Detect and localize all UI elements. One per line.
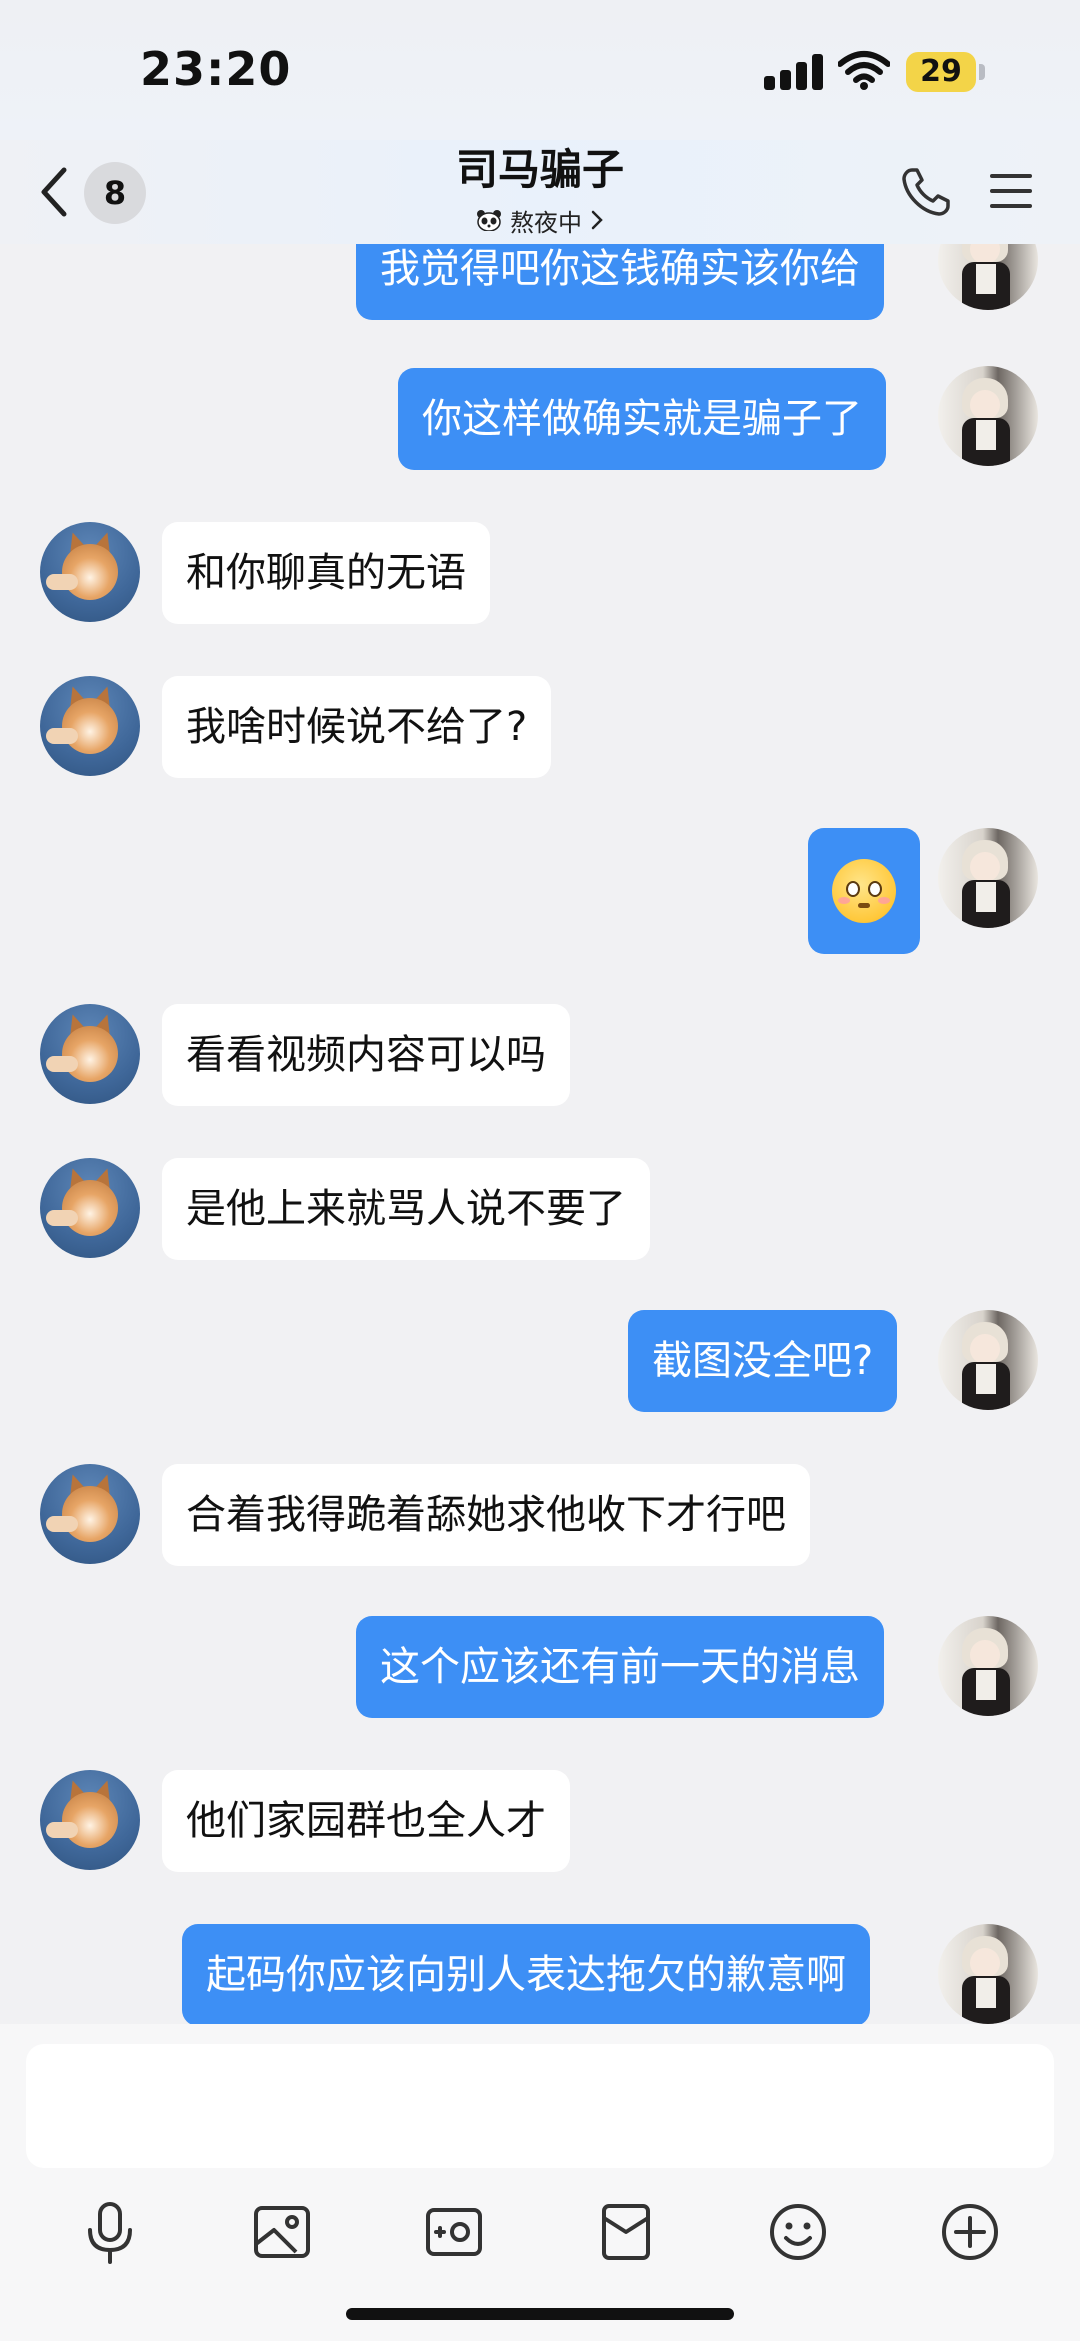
pleading-face-emoji (832, 859, 896, 923)
camera-icon[interactable] (418, 2196, 490, 2268)
chat-status[interactable]: 熬夜中 (440, 200, 640, 240)
message-bubble-outgoing[interactable]: 我觉得吧你这钱确实该你给 (356, 244, 884, 320)
status-time: 23:20 (140, 42, 292, 96)
chat-title[interactable]: 司马骗子 (340, 140, 740, 200)
message-list[interactable]: 我觉得吧你这钱确实该你给 你这样做确实就是骗子了 和你聊真的无语 我啥时候说不给… (0, 244, 1080, 2024)
signal-icon (764, 54, 824, 90)
avatar-contact[interactable] (40, 1158, 140, 1258)
plus-icon[interactable] (934, 2196, 1006, 2268)
avatar-self[interactable] (938, 244, 1038, 310)
status-bar: 23:20 29 (0, 0, 1080, 140)
message-bubble-outgoing[interactable]: 截图没全吧? (628, 1310, 898, 1412)
wifi-icon (838, 51, 890, 90)
message-bubble-incoming[interactable]: 是他上来就骂人说不要了 (162, 1158, 650, 1260)
message-bubble-outgoing[interactable]: 这个应该还有前一天的消息 (356, 1616, 884, 1718)
avatar-self[interactable] (938, 1310, 1038, 1410)
avatar-self[interactable] (938, 366, 1038, 466)
avatar-contact[interactable] (40, 1004, 140, 1104)
message-bubble-incoming[interactable]: 合着我得跪着舔她求他收下才行吧 (162, 1464, 810, 1566)
phone-call-icon[interactable] (896, 162, 956, 222)
message-bubble-emoji[interactable] (808, 828, 920, 954)
avatar-contact[interactable] (40, 1770, 140, 1870)
message-bubble-incoming[interactable]: 和你聊真的无语 (162, 522, 490, 624)
chat-header: 8 司马骗子 熬夜中 (0, 140, 1080, 244)
message-bubble-incoming[interactable]: 我啥时候说不给了? (162, 676, 552, 778)
red-packet-icon[interactable] (590, 2196, 662, 2268)
back-chevron-icon[interactable] (32, 162, 76, 222)
unread-count-badge[interactable]: 8 (84, 162, 146, 224)
message-bubble-incoming[interactable]: 他们家园群也全人才 (162, 1770, 570, 1872)
image-icon[interactable] (246, 2196, 318, 2268)
home-indicator[interactable] (346, 2308, 734, 2320)
message-bubble-outgoing[interactable]: 起码你应该向别人表达拖欠的歉意啊 (182, 1924, 870, 2024)
avatar-contact[interactable] (40, 1464, 140, 1564)
chevron-right-icon (591, 210, 603, 230)
avatar-self[interactable] (938, 1616, 1038, 1716)
avatar-self[interactable] (938, 1924, 1038, 2024)
menu-icon[interactable] (988, 168, 1034, 214)
panda-icon (477, 210, 501, 231)
message-bubble-incoming[interactable]: 看看视频内容可以吗 (162, 1004, 570, 1106)
battery-tip (979, 64, 985, 80)
avatar-self[interactable] (938, 828, 1038, 928)
avatar-contact[interactable] (40, 522, 140, 622)
avatar-contact[interactable] (40, 676, 140, 776)
emoji-icon[interactable] (762, 2196, 834, 2268)
battery-indicator: 29 (906, 52, 976, 92)
composer (0, 2024, 1080, 2341)
microphone-icon[interactable] (74, 2196, 146, 2268)
message-bubble-outgoing[interactable]: 你这样做确实就是骗子了 (398, 368, 886, 470)
chat-status-label: 熬夜中 (510, 208, 582, 237)
message-input[interactable] (26, 2044, 1054, 2168)
